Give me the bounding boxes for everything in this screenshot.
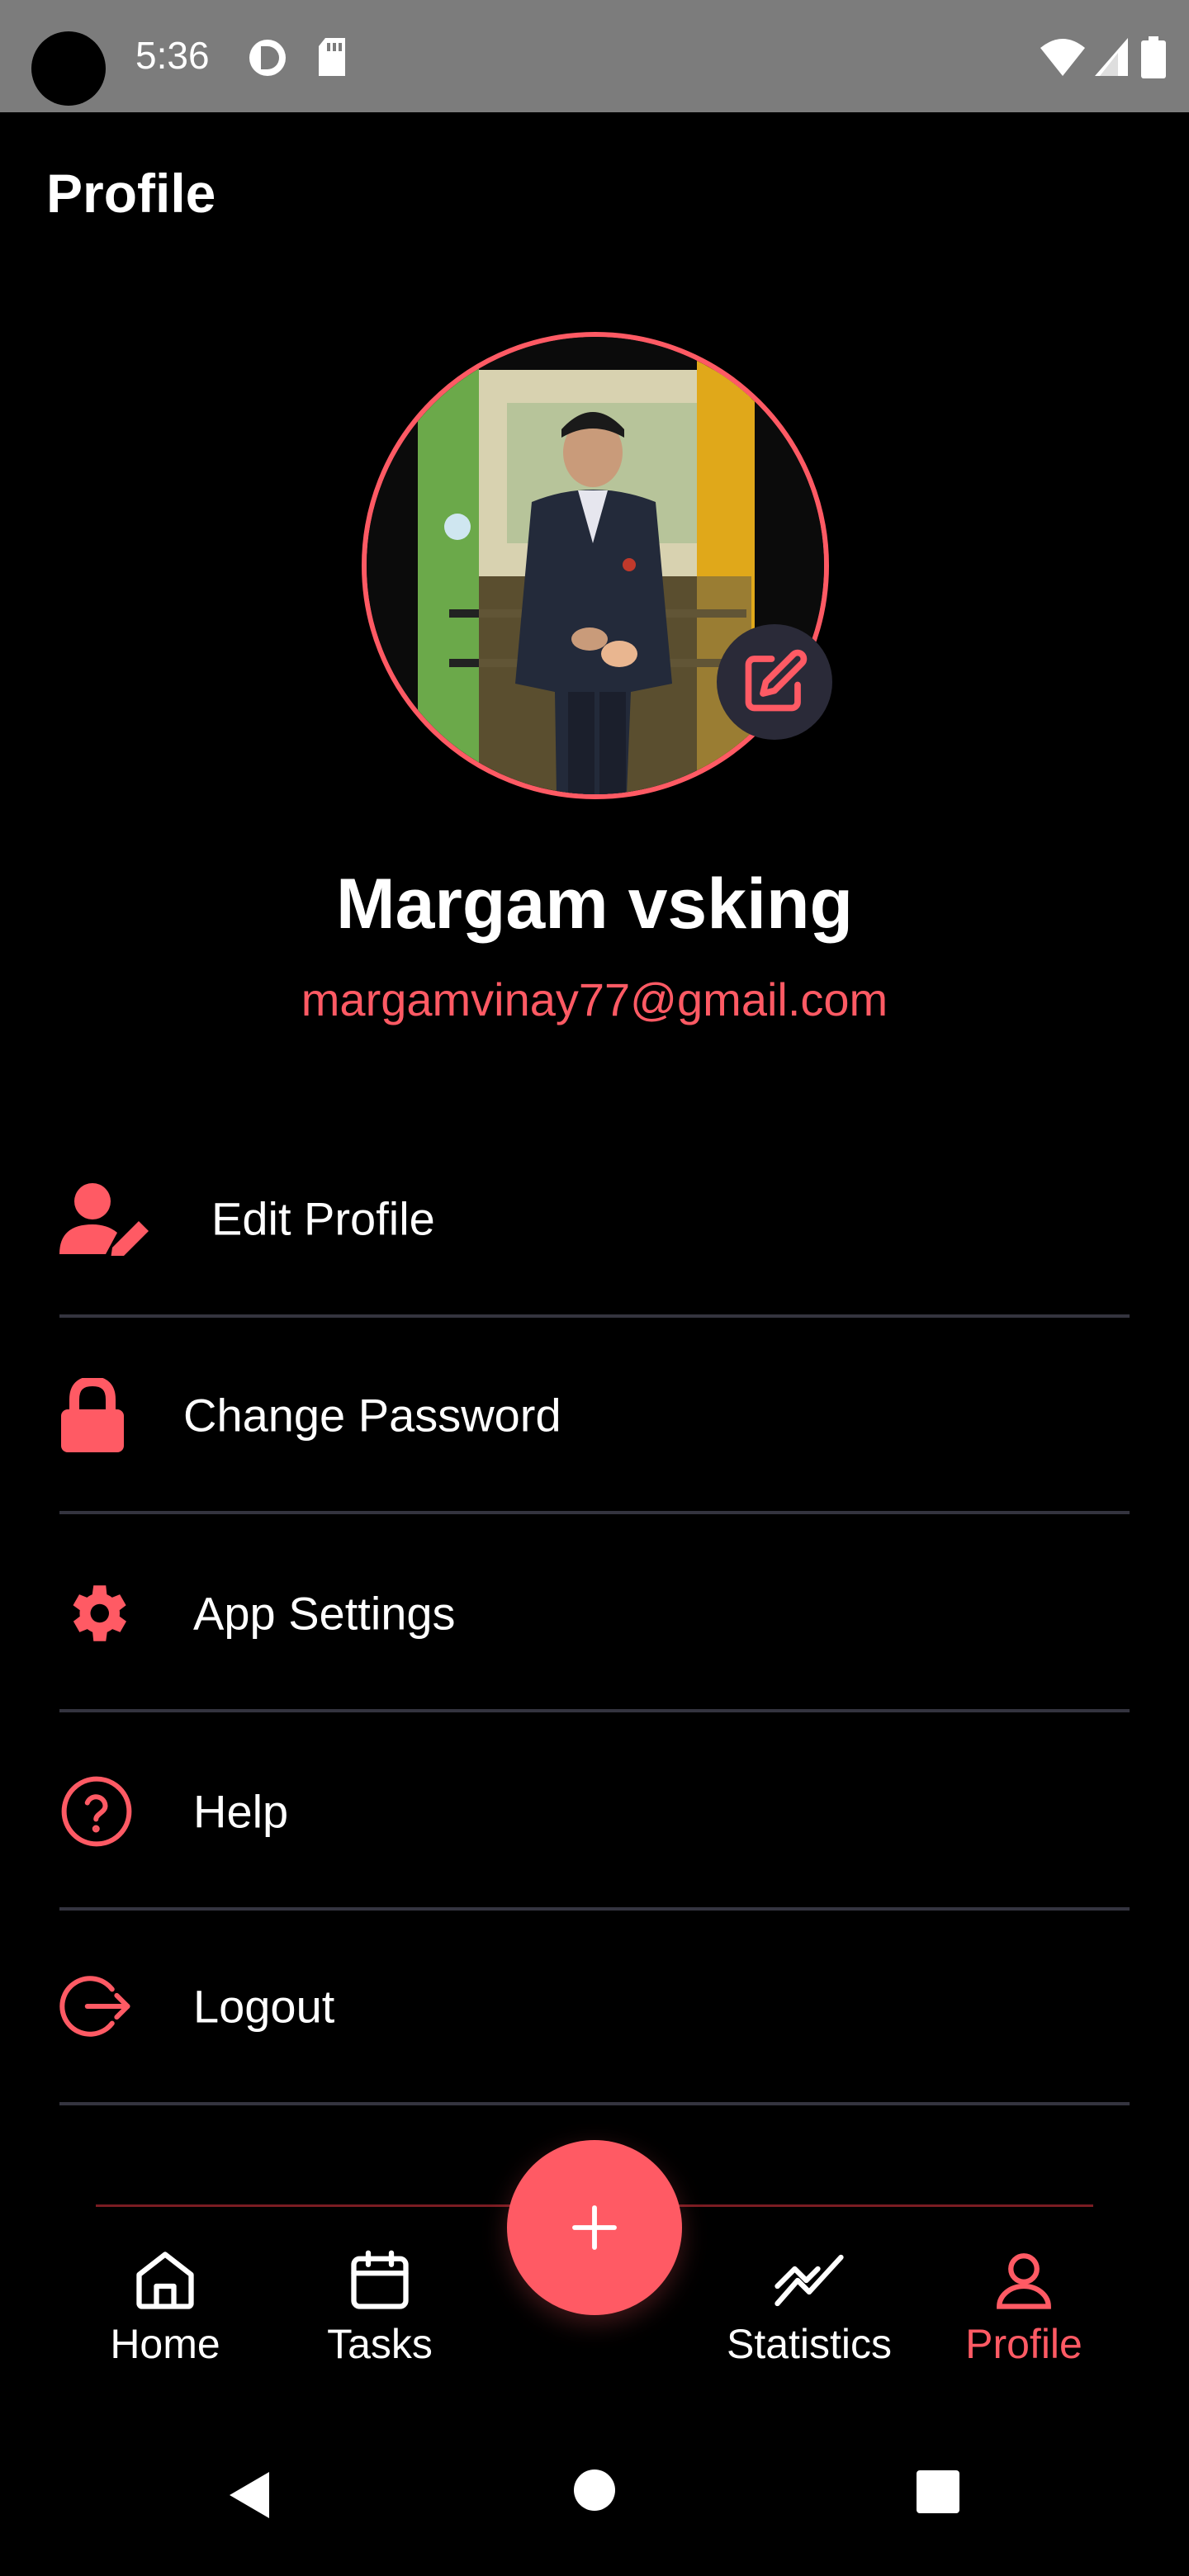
menu-item-edit-profile[interactable]: Edit Profile (59, 1123, 1130, 1318)
wifi-icon (1040, 39, 1085, 76)
menu-item-help[interactable]: Help (59, 1716, 1130, 1911)
nav-label: Profile (965, 2321, 1082, 2367)
nav-item-home[interactable]: Home (58, 2246, 272, 2394)
recents-icon[interactable] (915, 2469, 961, 2515)
cell-signal-icon (1095, 38, 1128, 76)
logout-icon (59, 1969, 134, 2043)
user-name: Margam vsking (335, 864, 854, 944)
home-icon (136, 2252, 194, 2309)
menu-item-logout[interactable]: Logout (59, 1911, 1130, 2105)
data-saver-icon (249, 40, 286, 76)
add-task-button[interactable] (507, 2140, 682, 2315)
sd-card-icon (319, 38, 345, 76)
status-time: 5:36 (135, 34, 210, 77)
user-email: margamvinay77@gmail.com (301, 973, 888, 1025)
menu-label: Edit Profile (211, 1192, 435, 1245)
user-edit-icon (59, 1181, 152, 1256)
menu-item-app-settings[interactable]: App Settings (59, 1518, 1130, 1712)
nav-item-statistics[interactable]: Statistics (702, 2246, 917, 2394)
lock-icon (59, 1378, 126, 1452)
status-bar: 5:36 (0, 0, 1189, 112)
menu-label: App Settings (193, 1587, 456, 1640)
chart-line-icon (775, 2254, 844, 2307)
help-circle-icon (59, 1774, 134, 1849)
calendar-icon (351, 2250, 409, 2309)
camera-cutout (31, 31, 106, 106)
nav-label: Tasks (327, 2321, 433, 2367)
edit-icon (745, 649, 808, 712)
user-icon (997, 2253, 1051, 2309)
edit-photo-button[interactable] (717, 624, 832, 740)
gear-icon (59, 1576, 134, 1650)
menu-label: Help (193, 1785, 289, 1838)
home-circle-icon[interactable] (573, 2469, 616, 2512)
back-icon[interactable] (225, 2469, 274, 2522)
plus-icon (572, 2205, 617, 2250)
nav-item-tasks[interactable]: Tasks (272, 2246, 487, 2394)
battery-icon (1141, 36, 1166, 78)
menu-label: Logout (193, 1980, 335, 2033)
nav-label: Statistics (726, 2321, 893, 2367)
menu-label: Change Password (183, 1389, 561, 1442)
page-title: Profile (46, 163, 216, 224)
nav-item-profile[interactable]: Profile (917, 2246, 1131, 2394)
nav-label: Home (110, 2321, 220, 2367)
menu-item-change-password[interactable]: Change Password (59, 1319, 1130, 1514)
